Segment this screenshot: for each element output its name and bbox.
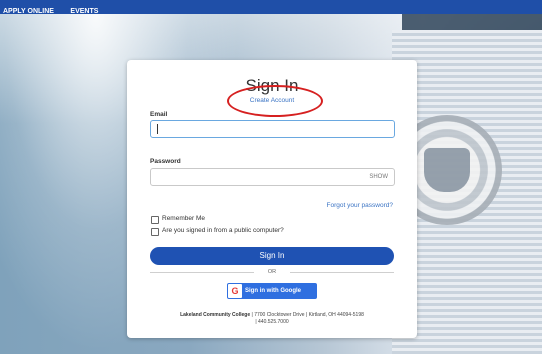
show-password-toggle[interactable]: SHOW (369, 174, 388, 180)
college-seal-shield (424, 148, 470, 192)
password-label: Password (150, 158, 181, 165)
footer-phone: | 440.525.7000 (255, 319, 289, 325)
remember-me-checkbox[interactable] (151, 216, 159, 224)
sign-in-card: Sign In Create Account Email Password SH… (127, 60, 417, 338)
nav-events-link[interactable]: EVENTS (70, 8, 98, 15)
forgot-password-link[interactable]: Forgot your password? (327, 202, 393, 209)
google-sign-in-label: Sign in with Google (245, 288, 301, 294)
footer-contact: Lakeland Community College | 7700 Clockt… (147, 312, 397, 326)
divider-right (290, 272, 394, 273)
footer-address: | 7700 Clocktower Drive | Kirtland, OH 4… (251, 312, 364, 318)
public-computer-checkbox[interactable] (151, 228, 159, 236)
nav-apply-online-link[interactable]: APPLY ONLINE (3, 8, 54, 15)
text-cursor (157, 124, 158, 134)
annotation-red-circle (227, 85, 323, 117)
google-sign-in-button[interactable]: G Sign in with Google (227, 283, 317, 299)
public-computer-label: Are you signed in from a public computer… (162, 227, 284, 234)
email-label: Email (150, 111, 168, 118)
email-field[interactable] (150, 120, 395, 138)
footer-college-name: Lakeland Community College (180, 312, 251, 318)
password-field[interactable]: SHOW (150, 168, 395, 186)
top-navigation-bar: APPLY ONLINE EVENTS (0, 0, 542, 15)
sign-in-button[interactable]: Sign In (150, 247, 394, 265)
google-icon: G (228, 284, 242, 298)
remember-me-label: Remember Me (162, 215, 205, 222)
